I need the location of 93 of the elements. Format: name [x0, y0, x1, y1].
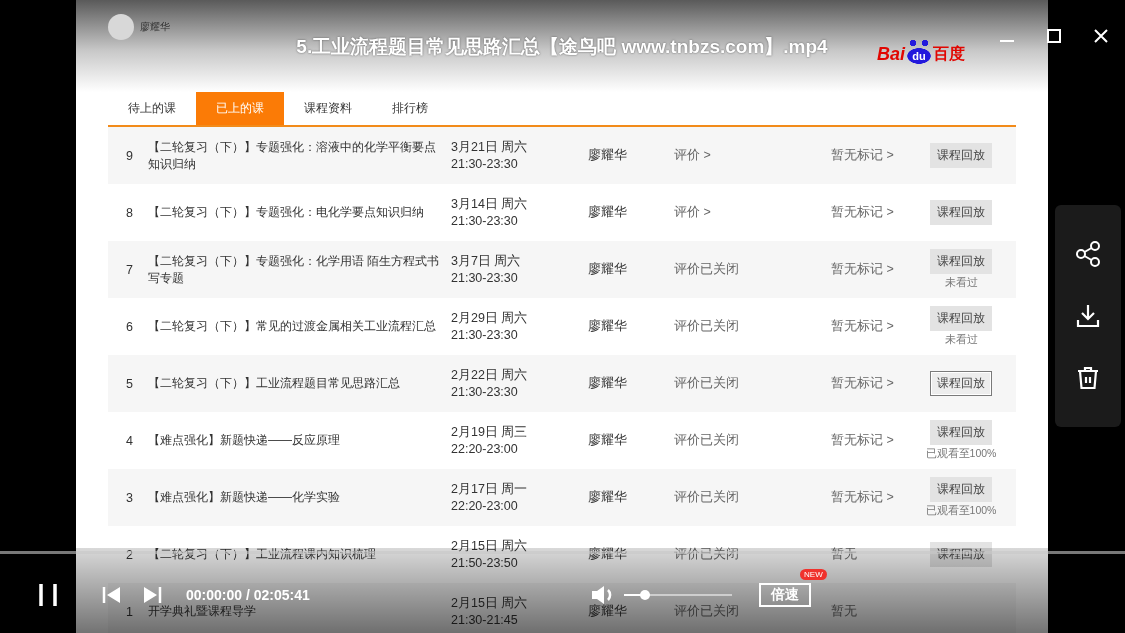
- logo-text: Bai: [877, 44, 905, 65]
- next-icon[interactable]: [142, 586, 162, 604]
- notes-link[interactable]: 暂无标记 >: [831, 204, 925, 221]
- lesson-date: 3月14日 周六: [451, 195, 528, 213]
- replay-button[interactable]: 课程回放: [930, 200, 992, 225]
- lesson-title: 【二轮复习（下）】工业流程题目常见思路汇总: [148, 375, 401, 392]
- lesson-date: 2月19日 周三: [451, 423, 528, 441]
- lesson-title: 【二轮复习（下）】专题强化：化学用语 陌生方程式书写专题: [148, 252, 441, 287]
- replay-button[interactable]: 课程回放: [930, 371, 992, 396]
- new-badge: NEW: [800, 569, 827, 580]
- watch-status: 未看过: [944, 333, 978, 347]
- evaluation-link[interactable]: 评价已关闭: [674, 375, 831, 392]
- lesson-date: 3月7日 周六: [451, 252, 521, 270]
- row-number: 3: [125, 490, 134, 505]
- replay-button[interactable]: 课程回放: [930, 420, 992, 445]
- row-number: 7: [125, 262, 134, 277]
- evaluation-link[interactable]: 评价已关闭: [674, 261, 831, 278]
- lesson-date: 3月21日 周六: [451, 138, 528, 156]
- teacher-name: 廖耀华: [588, 432, 628, 449]
- replay-button[interactable]: 课程回放: [930, 249, 992, 274]
- download-icon[interactable]: [1075, 303, 1101, 329]
- lesson-title: 【难点强化】新题快递——化学实验: [148, 489, 341, 506]
- teacher-name: 廖耀华: [588, 318, 628, 335]
- evaluation-link[interactable]: 评价已关闭: [674, 318, 831, 335]
- row-number: 4: [125, 433, 134, 448]
- notes-link[interactable]: 暂无标记 >: [831, 261, 925, 278]
- avatar: [108, 14, 134, 40]
- tab[interactable]: 待上的课: [108, 92, 196, 125]
- lesson-date: 2月22日 周六: [451, 366, 528, 384]
- teacher-name: 廖耀华: [140, 20, 170, 34]
- lesson-date: 2月15日 周六: [451, 537, 528, 555]
- lesson-title: 【二轮复习（下）】工业流程课内知识梳理: [148, 546, 377, 563]
- maximize-icon[interactable]: [1046, 28, 1062, 44]
- share-icon[interactable]: [1075, 241, 1101, 267]
- teacher-name: 廖耀华: [588, 603, 628, 620]
- evaluation-link[interactable]: 评价 >: [674, 147, 831, 164]
- lesson-date: 2月15日 周六: [451, 594, 528, 612]
- evaluation-link[interactable]: 评价已关闭: [674, 432, 831, 449]
- row-number: 2: [125, 547, 134, 562]
- notes-link[interactable]: 暂无标记 >: [831, 489, 925, 506]
- row-number: 8: [125, 205, 134, 220]
- teacher-name: 廖耀华: [588, 546, 628, 563]
- lesson-title: 【二轮复习（下）】专题强化：溶液中的化学平衡要点知识归纳: [148, 138, 437, 173]
- lesson-date: 2月29日 周六: [451, 309, 528, 327]
- lesson-time: 21:30-23:30: [451, 383, 518, 401]
- lesson-time: 21:30-23:30: [451, 155, 518, 173]
- time-display: 00:00:00 / 02:05:41: [186, 587, 310, 603]
- lesson-date: 2月17日 周一: [451, 480, 528, 498]
- evaluation-link[interactable]: 评价已关闭: [674, 546, 831, 563]
- watch-status: 已观看至100%: [925, 504, 997, 518]
- watch-status: 已观看至100%: [925, 447, 997, 461]
- video-title: 5.工业流程题目常见思路汇总【途鸟吧 www.tnbzs.com】.mp4: [296, 35, 828, 59]
- tab[interactable]: 课程资料: [284, 92, 372, 125]
- evaluation-link[interactable]: 评价 >: [674, 204, 831, 221]
- replay-button[interactable]: 课程回放: [930, 477, 992, 502]
- teacher-name: 廖耀华: [588, 204, 628, 221]
- teacher-name: 廖耀华: [588, 261, 628, 278]
- notes-link[interactable]: 暂无标记 >: [831, 147, 925, 164]
- row-number: 5: [125, 376, 134, 391]
- lesson-time: 21:30-23:30: [451, 269, 518, 287]
- row-number: 6: [125, 319, 134, 334]
- row-number: 1: [125, 604, 134, 619]
- tab[interactable]: 排行榜: [372, 92, 448, 125]
- teacher-name: 廖耀华: [588, 375, 628, 392]
- pause-icon[interactable]: [37, 582, 59, 608]
- lesson-time: 21:50-23:50: [451, 554, 518, 572]
- close-icon[interactable]: [1093, 28, 1109, 44]
- lesson-time: 22:20-23:00: [451, 440, 518, 458]
- delete-icon[interactable]: [1075, 365, 1101, 391]
- lesson-time: 21:30-23:30: [451, 212, 518, 230]
- teacher-name: 廖耀华: [588, 147, 628, 164]
- lesson-title: 【二轮复习（下）】专题强化：电化学要点知识归纳: [148, 204, 425, 221]
- notes-link[interactable]: 暂无: [831, 546, 925, 563]
- evaluation-link[interactable]: 评价已关闭: [674, 489, 831, 506]
- lesson-title: 【二轮复习（下）】常见的过渡金属相关工业流程汇总: [148, 318, 437, 335]
- lesson-time: 22:20-23:00: [451, 497, 518, 515]
- replay-button[interactable]: 课程回放: [930, 542, 992, 567]
- lesson-time: 21:30-21:45: [451, 611, 518, 629]
- lesson-time: 21:30-23:30: [451, 326, 518, 344]
- row-number: 9: [125, 148, 134, 163]
- replay-button[interactable]: 课程回放: [930, 306, 992, 331]
- notes-link[interactable]: 暂无标记 >: [831, 318, 925, 335]
- notes-link[interactable]: 暂无: [831, 603, 925, 620]
- previous-icon[interactable]: [102, 586, 122, 604]
- notes-link[interactable]: 暂无标记 >: [831, 375, 925, 392]
- logo-text: 百度: [933, 44, 965, 64]
- teacher-name: 廖耀华: [588, 489, 628, 506]
- replay-button[interactable]: 课程回放: [930, 143, 992, 168]
- notes-link[interactable]: 暂无标记 >: [831, 432, 925, 449]
- paw-logo: du: [907, 38, 931, 64]
- lesson-title: 【难点强化】新题快递——反应原理: [148, 432, 341, 449]
- watch-status: 未看过: [944, 276, 978, 290]
- lesson-title: 开学典礼暨课程导学: [148, 603, 257, 620]
